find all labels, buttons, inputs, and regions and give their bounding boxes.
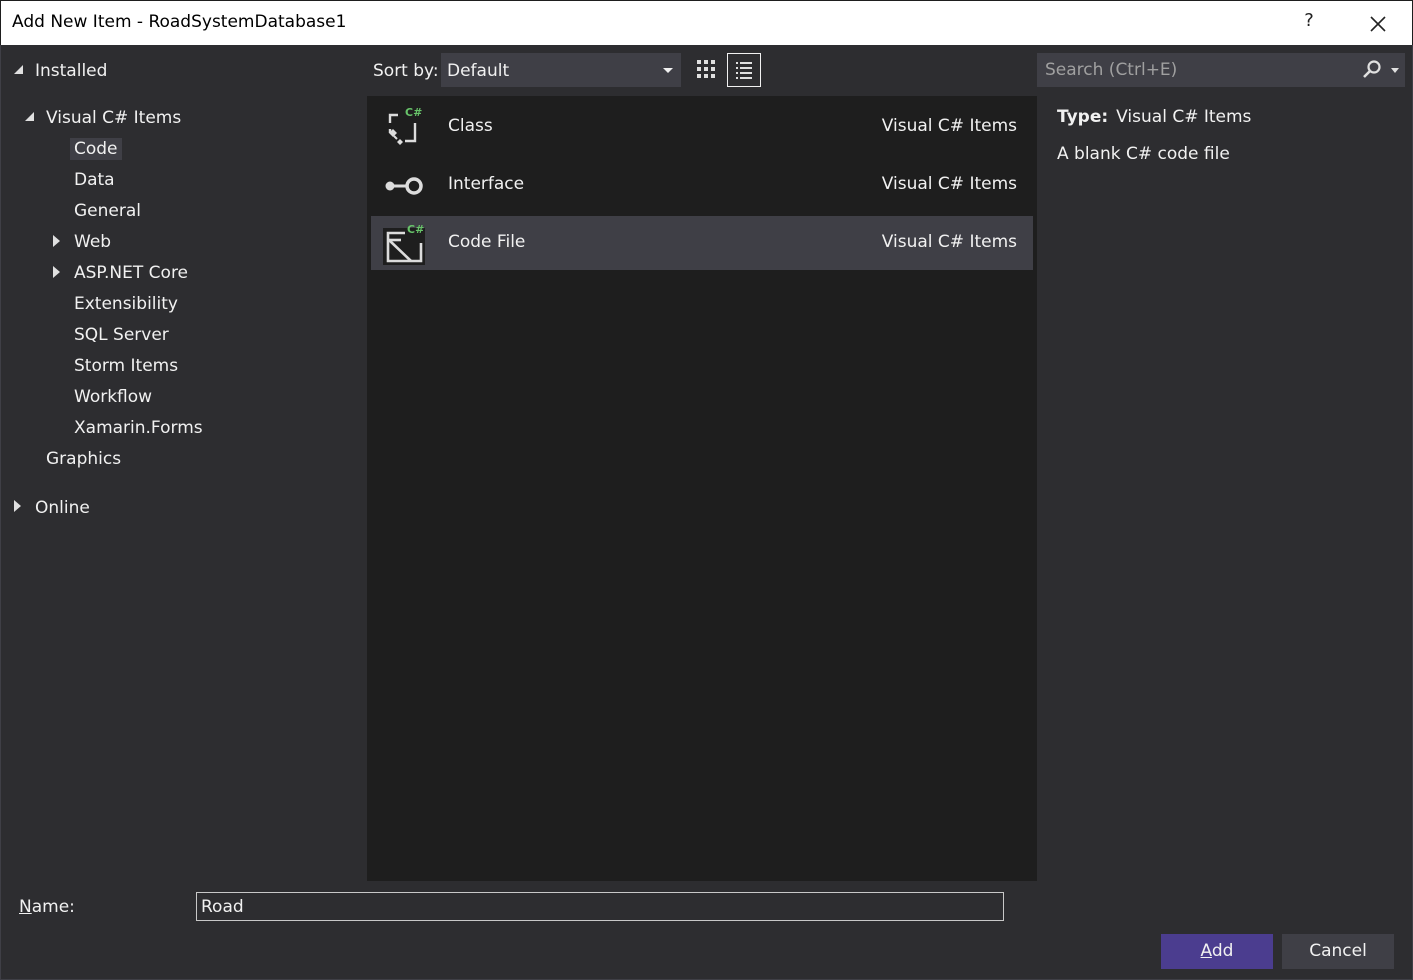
collapse-arrow-icon[interactable] (14, 65, 23, 74)
collapse-arrow-icon[interactable] (25, 112, 34, 121)
window-title: Add New Item - RoadSystemDatabase1 (12, 12, 347, 32)
cancel-button[interactable]: Cancel (1282, 934, 1394, 969)
template-list: C# Class Visual C# Items Interface Visua… (367, 96, 1037, 881)
tree-item-web[interactable]: Web (70, 231, 115, 253)
grid-view-icon (697, 60, 715, 78)
type-label: Type: (1057, 107, 1109, 127)
expand-arrow-icon[interactable] (53, 266, 60, 278)
tree-item-storm-items[interactable]: Storm Items (70, 355, 182, 377)
chevron-down-icon (663, 68, 673, 73)
tree-item-data[interactable]: Data (70, 169, 119, 191)
item-category: Visual C# Items (881, 116, 1017, 136)
add-mnemonic: A (1200, 941, 1212, 961)
name-input[interactable] (196, 892, 1004, 921)
list-view-icon (736, 62, 752, 79)
expand-arrow-icon[interactable] (14, 500, 21, 512)
expand-arrow-icon[interactable] (53, 235, 60, 247)
tree-item-online[interactable]: Online (31, 497, 94, 519)
description-text: A blank C# code file (1057, 144, 1230, 164)
tree-item-sql-server[interactable]: SQL Server (70, 324, 173, 346)
item-category: Visual C# Items (881, 174, 1017, 194)
item-category: Visual C# Items (881, 232, 1017, 252)
tree-item-general[interactable]: General (70, 200, 145, 222)
code-file-icon: C# (383, 223, 425, 265)
name-label-rest: ame: (31, 897, 75, 917)
tree-item-graphics[interactable]: Graphics (42, 448, 125, 470)
tree-item-workflow[interactable]: Workflow (70, 386, 156, 408)
type-value: Visual C# Items (1116, 107, 1252, 127)
search-box (1037, 53, 1405, 87)
tree-item-xamarin-forms[interactable]: Xamarin.Forms (70, 417, 207, 439)
item-name: Class (448, 116, 493, 136)
name-label-mnemonic: N (19, 897, 32, 917)
item-name: Interface (448, 174, 525, 194)
close-icon (1370, 16, 1386, 32)
tree-item-code[interactable]: Code (70, 138, 122, 160)
search-input[interactable] (1037, 53, 1347, 87)
search-icon[interactable] (1361, 59, 1383, 81)
title-bar: Add New Item - RoadSystemDatabase1 ? (0, 0, 1413, 45)
svg-text:C#: C# (407, 223, 424, 236)
close-button[interactable] (1363, 9, 1393, 39)
class-icon: C# (388, 106, 422, 145)
list-item-interface[interactable]: Interface Visual C# Items (371, 158, 1033, 212)
list-view-button[interactable] (727, 53, 761, 87)
item-name: Code File (448, 232, 526, 252)
name-label: Name: (19, 897, 75, 917)
svg-text:C#: C# (405, 106, 422, 119)
list-item-code-file[interactable]: C# Code File Visual C# Items (371, 216, 1033, 270)
search-options-chevron-icon[interactable] (1391, 68, 1399, 73)
tree-item-installed[interactable]: Installed (31, 60, 111, 82)
sort-by-value: Default (447, 61, 510, 81)
list-item-class[interactable]: C# Class Visual C# Items (371, 100, 1033, 154)
add-button[interactable]: Add (1161, 934, 1273, 969)
interface-icon (385, 177, 423, 195)
help-button[interactable]: ? (1297, 10, 1321, 36)
description-type: Type: Visual C# Items (1057, 107, 1251, 127)
tree-item-visual-csharp-items[interactable]: Visual C# Items (42, 107, 185, 129)
sort-by-dropdown[interactable]: Default (441, 53, 681, 87)
grid-view-button[interactable] (689, 53, 723, 87)
sort-by-label: Sort by: (373, 61, 439, 81)
tree-item-aspnet-core[interactable]: ASP.NET Core (70, 262, 192, 284)
add-label-rest: dd (1211, 941, 1234, 961)
tree-item-extensibility[interactable]: Extensibility (70, 293, 182, 315)
